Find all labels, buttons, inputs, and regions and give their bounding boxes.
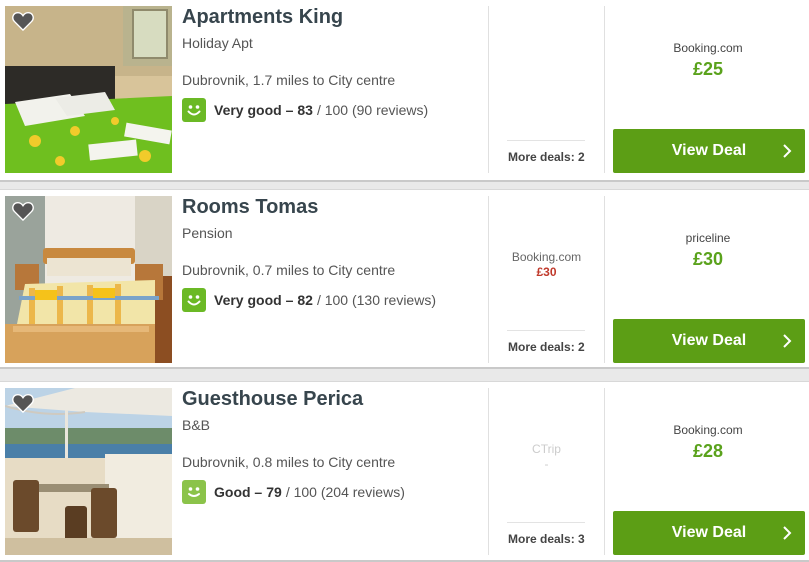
more-deals-link[interactable]: More deals: 2 xyxy=(508,340,585,354)
hotel-listing-card: Rooms Tomas Pension Dubrovnik, 0.7 miles… xyxy=(0,189,809,369)
accommodation-type: Holiday Apt xyxy=(182,35,253,51)
divider xyxy=(507,330,585,331)
view-deal-label: View Deal xyxy=(671,524,747,541)
hotel-photo[interactable] xyxy=(5,388,172,555)
alt-deal-price: £30 xyxy=(536,265,557,279)
divider xyxy=(604,388,605,555)
divider xyxy=(488,388,489,555)
smiley-icon xyxy=(182,98,206,122)
hotel-name[interactable]: Rooms Tomas xyxy=(182,196,318,219)
more-deals-link[interactable]: More deals: 2 xyxy=(508,150,585,164)
deal-site: Booking.com xyxy=(673,41,743,55)
rating-reviews: / 100 (204 reviews) xyxy=(285,484,405,500)
location-text: Dubrovnik, 1.7 miles to City centre xyxy=(182,72,396,88)
alt-deal-site: Booking.com xyxy=(511,250,582,264)
divider xyxy=(507,522,585,523)
rating-score: 83 xyxy=(297,102,313,118)
rating-label: Very good – xyxy=(214,292,294,308)
location-text: Dubrovnik, 0.8 miles to City centre xyxy=(182,454,396,470)
alt-deal-site: CTrip xyxy=(532,442,561,456)
hotel-listing-card: Guesthouse Perica B&B Dubrovnik, 0.8 mil… xyxy=(0,381,809,562)
rating-reviews: / 100 (130 reviews) xyxy=(316,292,436,308)
rating-score: 79 xyxy=(266,484,282,500)
hotel-name[interactable]: Guesthouse Perica xyxy=(182,388,363,411)
deal-price: £28 xyxy=(692,441,724,461)
deal-price: £25 xyxy=(692,59,724,79)
rating-row[interactable]: Very good – 82 / 100 (130 reviews) xyxy=(182,288,436,312)
view-deal-button[interactable]: View Deal xyxy=(613,511,805,555)
more-deals-link[interactable]: More deals: 3 xyxy=(508,532,585,546)
smiley-icon xyxy=(182,480,206,504)
hotel-photo[interactable] xyxy=(5,6,172,173)
accommodation-type: Pension xyxy=(182,225,233,241)
hotel-name[interactable]: Apartments King xyxy=(182,6,343,29)
rating-label: Very good – xyxy=(214,102,294,118)
location-text: Dubrovnik, 0.7 miles to City centre xyxy=(182,262,396,278)
deal-price: £30 xyxy=(692,249,724,269)
heart-icon[interactable] xyxy=(12,393,34,413)
smiley-icon xyxy=(182,288,206,312)
chevron-right-icon xyxy=(783,334,792,348)
rating-row[interactable]: Very good – 83 / 100 (90 reviews) xyxy=(182,98,428,122)
heart-icon[interactable] xyxy=(12,11,34,31)
view-deal-label: View Deal xyxy=(671,142,747,159)
hotel-listing-card: Apartments King Holiday Apt Dubrovnik, 1… xyxy=(0,0,809,182)
rating-label: Good – xyxy=(214,484,263,500)
heart-icon[interactable] xyxy=(12,201,34,221)
accommodation-type: B&B xyxy=(182,417,211,433)
alt-deal-price: - xyxy=(544,457,549,471)
divider xyxy=(488,196,489,363)
view-deal-button[interactable]: View Deal xyxy=(613,319,805,363)
view-deal-label: View Deal xyxy=(671,332,747,349)
rating-row[interactable]: Good – 79 / 100 (204 reviews) xyxy=(182,480,405,504)
deal-site: priceline xyxy=(685,231,731,245)
deal-site: Booking.com xyxy=(673,423,743,437)
rating-reviews: / 100 (90 reviews) xyxy=(316,102,429,118)
divider xyxy=(604,196,605,363)
chevron-right-icon xyxy=(783,144,792,158)
chevron-right-icon xyxy=(783,526,792,540)
hotel-photo[interactable] xyxy=(5,196,172,363)
divider xyxy=(488,6,489,173)
rating-score: 82 xyxy=(297,292,313,308)
divider xyxy=(507,140,585,141)
view-deal-button[interactable]: View Deal xyxy=(613,129,805,173)
divider xyxy=(604,6,605,173)
